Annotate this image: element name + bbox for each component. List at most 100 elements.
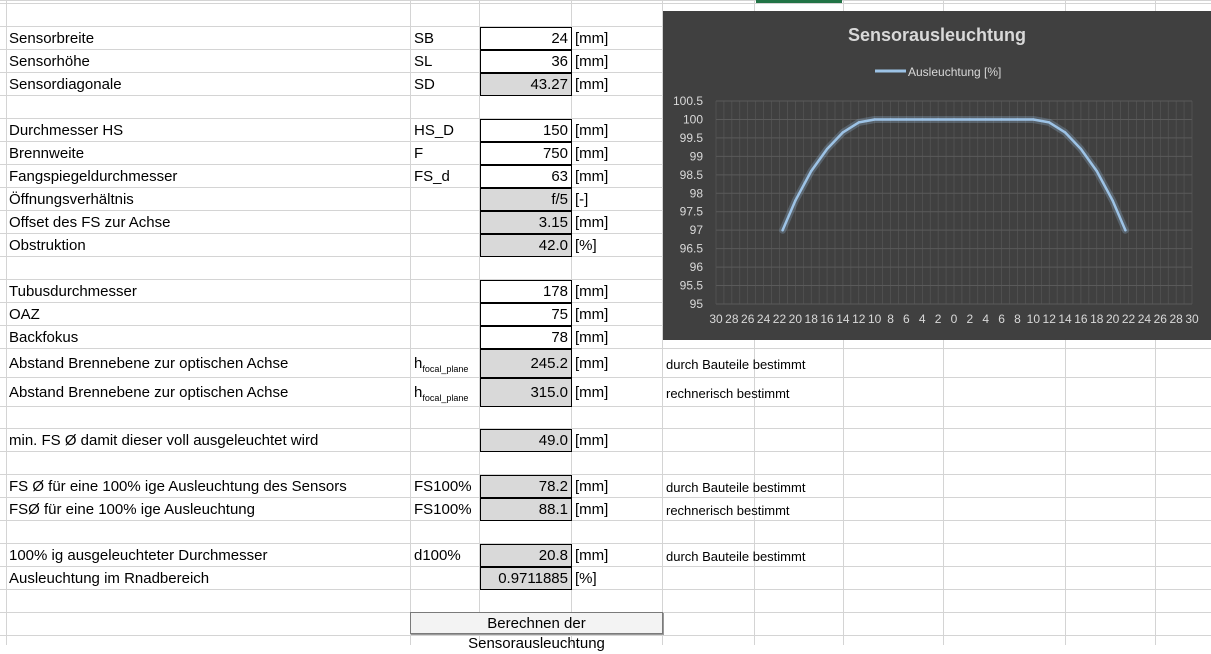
y-tick-label: 95	[690, 297, 704, 311]
x-tick-label: 26	[741, 312, 755, 326]
row-gridline	[0, 348, 1211, 349]
row-label: Abstand Brennebene zur optischen Achse	[9, 384, 289, 401]
y-tick-label: 96	[690, 260, 704, 274]
row-label: Obstruktion	[9, 237, 86, 254]
row-note: rechnerisch bestimmt	[666, 386, 790, 401]
row-gridline	[0, 589, 1211, 590]
row-label: Tubusdurchmesser	[9, 283, 137, 300]
row-unit: [%]	[575, 570, 597, 587]
series-point	[1111, 199, 1114, 202]
row-symbol: hfocal_plane	[414, 355, 469, 374]
x-tick-label: 12	[852, 312, 866, 326]
x-tick-label: 30	[709, 312, 723, 326]
x-tick-label: 28	[725, 312, 739, 326]
series-point	[1016, 118, 1019, 121]
input-value-cell[interactable]: 36	[480, 50, 572, 73]
row-label: Sensorhöhe	[9, 53, 90, 70]
row-symbol-subscript: focal_plane	[422, 364, 469, 374]
chart-svg: Sensorausleuchtung Ausleuchtung [%] 95 95.5…	[673, 25, 1199, 326]
row-symbol: hfocal_plane	[414, 384, 469, 403]
x-tick-label: 10	[1027, 312, 1041, 326]
y-tick-label: 98.5	[680, 168, 704, 182]
series-point	[794, 199, 797, 202]
input-value-cell[interactable]: 24	[480, 27, 572, 50]
row-note: durch Bauteile bestimmt	[666, 549, 806, 564]
row-note: rechnerisch bestimmt	[666, 503, 790, 518]
x-tick-label: 16	[820, 312, 834, 326]
column-selection-indicator	[756, 0, 842, 3]
row-gridline	[0, 497, 1211, 498]
computed-value-cell[interactable]: 42.0	[480, 234, 572, 257]
series-point	[857, 121, 860, 124]
y-tick-label: 98	[690, 186, 704, 200]
input-value-cell[interactable]: 750	[480, 142, 572, 165]
x-tick-label: 20	[1106, 312, 1120, 326]
row-label: FSØ für eine 100% ige Ausleuchtung	[9, 501, 255, 518]
chart-sensorausleuchtung[interactable]: Sensorausleuchtung Ausleuchtung [%] 95 95.5…	[663, 11, 1211, 340]
series-point	[1095, 169, 1098, 173]
row-gridline	[0, 406, 1211, 407]
x-tick-label: 14	[1058, 312, 1072, 326]
computed-value-cell[interactable]: 20.8	[480, 544, 572, 567]
computed-value-cell[interactable]: 315.0	[480, 378, 572, 407]
x-tick-label: 30	[1185, 312, 1199, 326]
row-label: FS Ø für eine 100% ige Ausleuchtung des …	[9, 478, 347, 495]
x-tick-label: 4	[919, 312, 926, 326]
row-symbol: FS_d	[414, 168, 450, 185]
input-value-cell[interactable]: 78	[480, 326, 572, 349]
series-point	[825, 147, 829, 151]
x-tick-label: 8	[887, 312, 894, 326]
row-label: Durchmesser HS	[9, 122, 124, 139]
row-symbol: FS100%	[414, 478, 472, 495]
row-symbol: SB	[414, 30, 435, 47]
row-symbol: HS_D	[414, 122, 455, 139]
row-unit: [mm]	[575, 122, 609, 139]
row-unit: [mm]	[575, 168, 609, 185]
input-value-cell[interactable]: 178	[480, 280, 572, 303]
series-point	[905, 118, 908, 121]
computed-value-cell[interactable]: 88.1	[480, 498, 572, 521]
series-point	[781, 228, 784, 232]
computed-value-cell[interactable]: 0.9711885	[480, 567, 572, 590]
series-point	[1048, 121, 1051, 124]
calculate-illumination-button[interactable]: Berechnen der Sensorausleuchtung	[410, 612, 663, 652]
row-unit: [mm]	[575, 547, 609, 564]
row-gridline	[0, 520, 1211, 521]
row-gridline	[0, 543, 1211, 544]
y-tick-label: 100.5	[673, 94, 703, 108]
x-tick-label: 6	[903, 312, 910, 326]
row-unit: [mm]	[575, 432, 609, 449]
x-tick-label: 2	[967, 312, 974, 326]
column-gridline	[410, 0, 411, 645]
x-tick-label: 26	[1154, 312, 1168, 326]
computed-value-cell[interactable]: 49.0	[480, 429, 572, 452]
input-value-cell[interactable]: 75	[480, 303, 572, 326]
series-point	[1063, 131, 1067, 134]
row-gridline	[0, 566, 1211, 567]
input-value-cell[interactable]: 150	[480, 119, 572, 142]
x-tick-label: 10	[868, 312, 882, 326]
row-label: min. FS Ø damit dieser voll ausgeleuchte…	[9, 432, 319, 449]
computed-value-cell[interactable]: f/5	[480, 188, 572, 211]
x-tick-label: 8	[1014, 312, 1021, 326]
computed-value-cell[interactable]: 43.27	[480, 73, 572, 96]
row-symbol: SD	[414, 76, 435, 93]
series-point	[921, 118, 924, 121]
row-unit: [mm]	[575, 283, 609, 300]
input-value-cell[interactable]: 63	[480, 165, 572, 188]
x-tick-label: 24	[1138, 312, 1152, 326]
series-point	[968, 118, 972, 121]
row-gridline	[0, 428, 1211, 429]
row-unit: [mm]	[575, 76, 609, 93]
row-unit: [mm]	[575, 214, 609, 231]
computed-value-cell[interactable]: 3.15	[480, 211, 572, 234]
series-point	[1000, 118, 1003, 121]
row-note: durch Bauteile bestimmt	[666, 357, 806, 372]
row-label: Ausleuchtung im Rnadbereich	[9, 570, 210, 587]
row-gridline	[0, 635, 1211, 636]
computed-value-cell[interactable]: 78.2	[480, 475, 572, 498]
computed-value-cell[interactable]: 245.2	[480, 349, 572, 378]
row-gridline	[0, 3, 1211, 4]
row-note: durch Bauteile bestimmt	[666, 480, 806, 495]
row-symbol: d100%	[414, 547, 461, 564]
